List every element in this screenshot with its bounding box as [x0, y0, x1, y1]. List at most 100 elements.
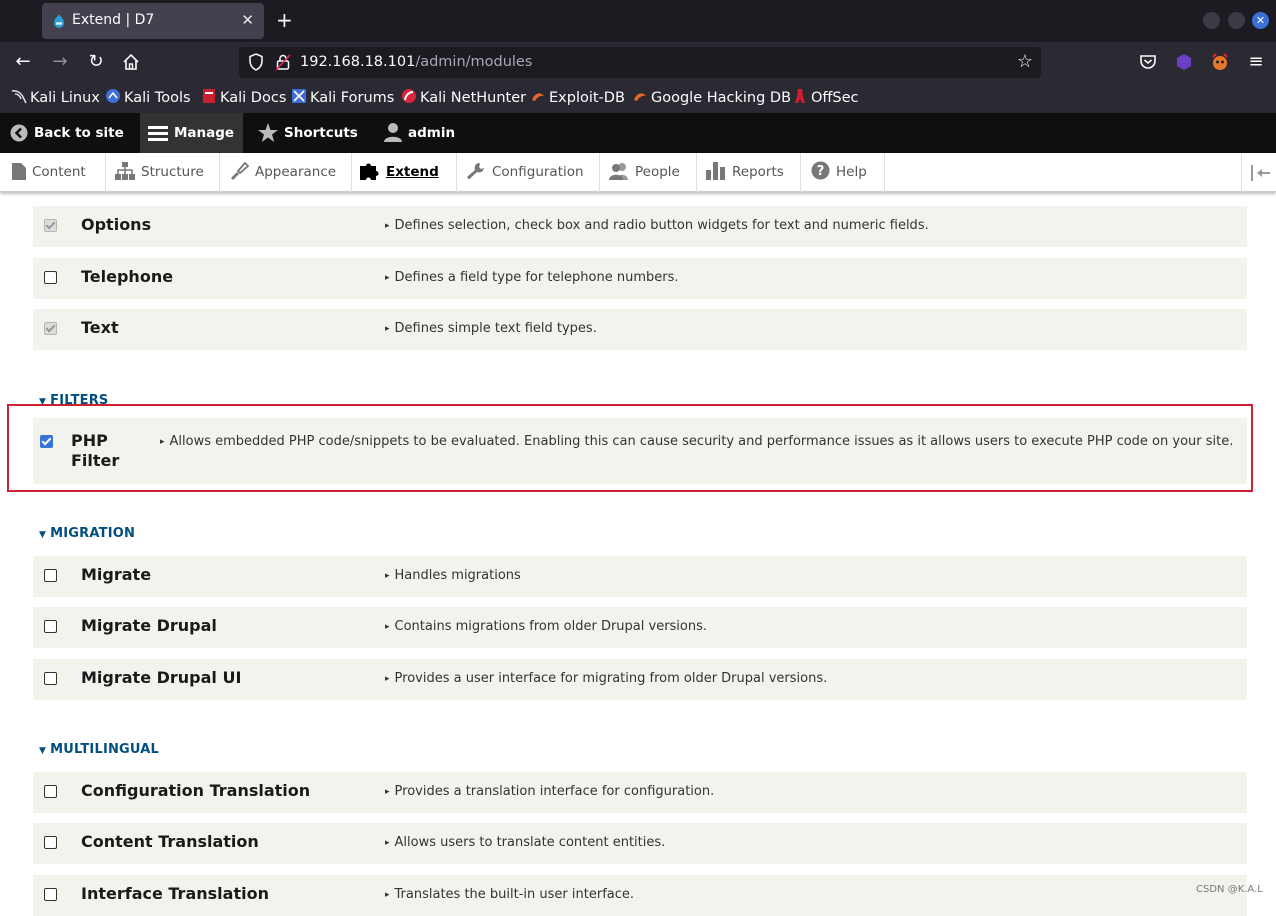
pocket-icon[interactable] — [1136, 50, 1160, 74]
module-description[interactable]: ▸ Defines selection, check box and radio … — [385, 218, 929, 233]
module-name: Migrate Drupal UI — [81, 668, 242, 687]
bookmark-kali-nethunter[interactable]: Kali NetHunter — [401, 88, 526, 106]
home-icon[interactable] — [119, 50, 143, 74]
module-row-migrate-drupal-ui: Migrate Drupal UI ▸ Provides a user inter… — [33, 659, 1247, 700]
kali-tools-icon — [106, 89, 120, 103]
browser-nav-bar: ← → ↻ 192.168.18.101/admin/modules ☆ 11 … — [0, 42, 1276, 101]
tab-close-icon[interactable]: ✕ — [241, 11, 254, 29]
bookmark-kali-forums[interactable]: Kali Forums — [291, 88, 394, 106]
back-circle-icon — [10, 124, 28, 142]
people-icon — [609, 163, 628, 180]
paintbrush-icon — [231, 162, 249, 180]
tray-collapse-button[interactable] — [1241, 153, 1276, 192]
module-checkbox — [44, 322, 57, 335]
module-checkbox[interactable] — [44, 620, 57, 633]
watermark: CSDN @K.A.L — [1196, 884, 1263, 895]
url-bar[interactable]: 192.168.18.101/admin/modules ☆ — [239, 47, 1041, 78]
bookmark-kali-docs[interactable]: Kali Docs — [201, 88, 286, 106]
module-name: Configuration Translation — [81, 781, 311, 800]
module-checkbox[interactable] — [44, 785, 57, 798]
module-name: Migrate Drupal — [81, 616, 217, 635]
bookmark-google-hacking-db[interactable]: Google Hacking DB — [632, 88, 791, 106]
hamburger-menu-icon[interactable]: ≡ — [1244, 50, 1268, 74]
bookmark-offsec[interactable]: OffSec — [792, 88, 859, 106]
browser-tab-bar: Extend | D7 ✕ + ✕ — [0, 0, 1276, 42]
frame-mask — [9, 406, 1251, 416]
sitemap-icon — [115, 162, 135, 180]
extension-purple-icon[interactable] — [1172, 50, 1196, 74]
tracking-shield-icon[interactable] — [248, 53, 264, 71]
tab-title: Extend | D7 — [72, 12, 155, 28]
module-row-migrate-drupal: Migrate Drupal ▸ Contains migrations from… — [33, 607, 1247, 648]
module-row-migrate: Migrate ▸ Handles migrations — [33, 556, 1247, 597]
nethunter-icon — [402, 89, 416, 103]
module-checkbox — [44, 219, 57, 232]
minimize-button[interactable] — [1203, 12, 1220, 29]
tray-item-extend[interactable]: Extend — [352, 153, 457, 192]
hamburger-icon — [148, 126, 168, 141]
forward-arrow-icon[interactable]: → — [48, 50, 72, 74]
kali-dragon-icon — [11, 90, 27, 104]
module-row-telephone: Telephone ▸ Defines a field type for tele… — [33, 258, 1247, 299]
highlight-frame — [7, 404, 1253, 492]
section-heading-migration[interactable]: ▼ MIGRATION — [39, 526, 135, 541]
tray-item-configuration[interactable]: Configuration — [457, 153, 600, 192]
module-checkbox[interactable] — [44, 888, 57, 901]
module-row-configuration-translation: Configuration Translation ▸ Provides a tr… — [33, 772, 1247, 813]
maximize-button[interactable] — [1228, 12, 1245, 29]
user-tab[interactable]: admin — [384, 113, 455, 153]
bookmarks-bar: Kali Linux Kali Tools Kali Docs Kali For… — [0, 82, 1276, 113]
module-description[interactable]: ▸ Provides a user interface for migrating… — [385, 671, 827, 686]
kali-forums-icon — [292, 89, 306, 103]
module-checkbox[interactable] — [44, 569, 57, 582]
tray-item-people[interactable]: People — [600, 153, 697, 192]
window-close-button[interactable]: ✕ — [1252, 12, 1269, 29]
extension-fox-icon[interactable] — [1208, 50, 1232, 74]
user-icon — [384, 123, 402, 142]
bookmark-kali-linux[interactable]: Kali Linux — [11, 88, 100, 106]
tray-item-help[interactable]: ? Help — [801, 153, 885, 192]
new-tab-icon[interactable]: + — [276, 8, 293, 32]
collapse-left-icon — [1251, 165, 1270, 181]
module-description[interactable]: ▸ Allows users to translate content entit… — [385, 835, 665, 850]
offsec-icon — [795, 89, 805, 103]
module-checkbox[interactable] — [44, 672, 57, 685]
exploit-db-icon — [532, 93, 544, 101]
drupal-favicon-icon — [54, 14, 64, 28]
url-text: 192.168.18.101/admin/modules — [300, 54, 533, 70]
module-checkbox[interactable] — [44, 271, 57, 284]
module-name: Text — [81, 318, 119, 337]
back-arrow-icon[interactable]: ← — [11, 50, 35, 74]
tray-item-appearance[interactable]: Appearance — [220, 153, 352, 192]
module-name: Content Translation — [81, 832, 259, 851]
tray-item-reports[interactable]: Reports — [697, 153, 801, 192]
module-description[interactable]: ▸ Contains migrations from older Drupal v… — [385, 619, 707, 634]
insecure-lock-icon[interactable] — [275, 53, 291, 71]
tray-item-structure[interactable]: Structure — [106, 153, 220, 192]
tray-item-content[interactable]: Content — [0, 153, 106, 192]
reload-icon[interactable]: ↻ — [84, 50, 108, 74]
star-icon — [258, 123, 278, 142]
kali-docs-icon — [203, 89, 215, 103]
back-to-site-link[interactable]: Back to site — [10, 113, 124, 153]
module-checkbox[interactable] — [44, 836, 57, 849]
shortcuts-tab[interactable]: Shortcuts — [258, 113, 358, 153]
bookmark-kali-tools[interactable]: Kali Tools — [105, 88, 191, 106]
module-description[interactable]: ▸ Defines a field type for telephone numb… — [385, 270, 679, 285]
module-description[interactable]: ▸ Translates the built-in user interface. — [385, 887, 634, 902]
module-row-interface-translation: Interface Translation ▸ Translates the bu… — [33, 875, 1247, 916]
manage-tab[interactable]: Manage — [140, 113, 243, 153]
admin-toolbar: Back to site Manage Shortcuts admin — [0, 113, 1276, 153]
admin-tray: Content Structure Appearance Extend Conf… — [0, 153, 1276, 192]
module-description[interactable]: ▸ Handles migrations — [385, 568, 521, 583]
browser-tab[interactable]: Extend | D7 ✕ — [42, 3, 264, 39]
module-name: Options — [81, 215, 152, 234]
module-description[interactable]: ▸ Provides a translation interface for co… — [385, 784, 714, 799]
module-description[interactable]: ▸ Defines simple text field types. — [385, 321, 597, 336]
wrench-icon — [467, 163, 484, 180]
bookmark-exploit-db[interactable]: Exploit-DB — [530, 88, 625, 106]
svg-text:?: ? — [817, 164, 825, 179]
bookmark-star-icon[interactable]: ☆ — [1017, 51, 1033, 72]
module-name: Interface Translation — [81, 884, 269, 903]
section-heading-multilingual[interactable]: ▼ MULTILINGUAL — [39, 742, 159, 757]
